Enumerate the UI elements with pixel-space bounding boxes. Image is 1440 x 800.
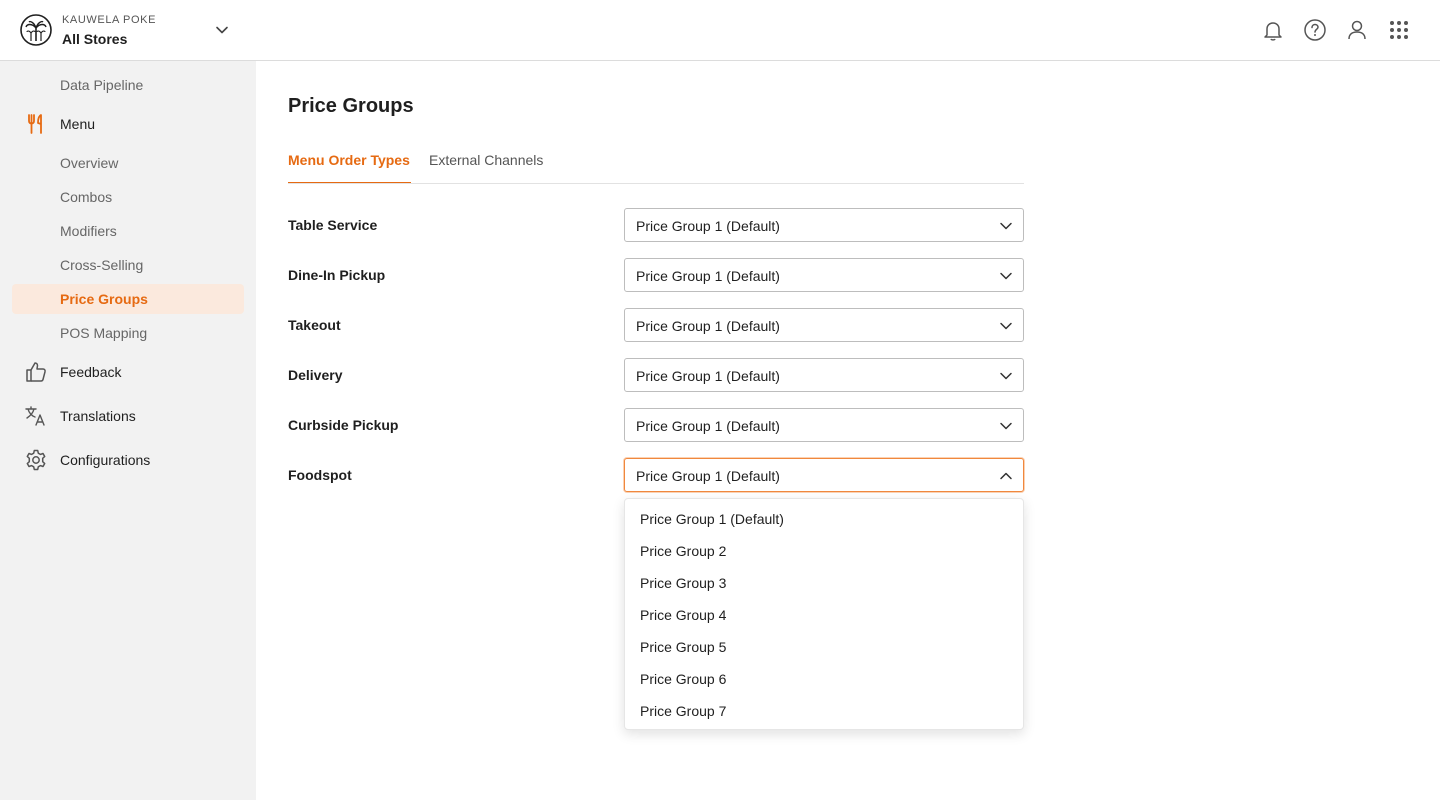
sidebar-item-cross-selling[interactable]: Cross-Selling [60, 257, 143, 273]
option-label: Price Group 3 [640, 575, 727, 591]
top-bar: KAUWELA POKE All Stores [0, 0, 1440, 61]
sidebar-item-overview[interactable]: Overview [60, 155, 118, 171]
chevron-down-icon[interactable] [212, 20, 232, 40]
tab-external-channels[interactable]: External Channels [429, 152, 543, 168]
dropdown-option[interactable]: Price Group 4 [625, 599, 1023, 631]
sidebar-item-feedback[interactable]: Feedback [60, 364, 121, 380]
table-service-select[interactable]: Price Group 1 (Default) [624, 208, 1024, 242]
tabs-divider [288, 183, 1024, 184]
option-label: Price Group 1 (Default) [640, 511, 784, 527]
foodspot-select[interactable]: Price Group 1 (Default) [624, 458, 1024, 492]
takeout-select[interactable]: Price Group 1 (Default) [624, 308, 1024, 342]
thumbs-up-icon [26, 362, 46, 382]
delivery-select[interactable]: Price Group 1 (Default) [624, 358, 1024, 392]
row-label-takeout: Takeout [288, 317, 341, 333]
select-value: Price Group 1 (Default) [636, 368, 780, 384]
store-selector-label[interactable]: All Stores [62, 31, 127, 47]
row-label-dine-in-pickup: Dine-In Pickup [288, 267, 386, 283]
page-title: Price Groups [288, 95, 414, 117]
dropdown-option[interactable]: Price Group 5 [625, 631, 1023, 663]
row-label-table-service: Table Service [288, 217, 378, 233]
fork-knife-icon [28, 114, 42, 134]
select-value: Price Group 1 (Default) [636, 218, 780, 234]
row-label-foodspot: Foodspot [288, 467, 352, 483]
dine-in-pickup-select[interactable]: Price Group 1 (Default) [624, 258, 1024, 292]
bell-icon[interactable] [1260, 17, 1286, 43]
translate-icon [25, 406, 45, 426]
sidebar-item-modifiers[interactable]: Modifiers [60, 223, 117, 239]
select-value: Price Group 1 (Default) [636, 468, 780, 484]
chevron-down-icon [1000, 322, 1012, 330]
palm-tree-logo-icon [20, 14, 52, 46]
sidebar-item-configurations[interactable]: Configurations [60, 452, 150, 468]
option-label: Price Group 5 [640, 639, 727, 655]
sidebar: Data Pipeline Menu Overview Combos Modif… [0, 61, 256, 800]
sidebar-item-pos-mapping[interactable]: POS Mapping [60, 325, 147, 341]
select-value: Price Group 1 (Default) [636, 318, 780, 334]
select-value: Price Group 1 (Default) [636, 418, 780, 434]
chevron-up-icon [1000, 472, 1012, 480]
chevron-down-icon [1000, 422, 1012, 430]
dropdown-option[interactable]: Price Group 3 [625, 567, 1023, 599]
row-label-delivery: Delivery [288, 367, 343, 383]
tab-menu-order-types[interactable]: Menu Order Types [288, 152, 411, 184]
dropdown-option[interactable]: Price Group 2 [625, 535, 1023, 567]
user-icon[interactable] [1344, 17, 1370, 43]
chevron-down-icon [1000, 372, 1012, 380]
price-group-dropdown: Price Group 1 (Default) Price Group 2 Pr… [624, 498, 1024, 730]
select-value: Price Group 1 (Default) [636, 268, 780, 284]
chevron-down-icon [1000, 222, 1012, 230]
sidebar-item-combos[interactable]: Combos [60, 189, 112, 205]
option-label: Price Group 6 [640, 671, 727, 687]
apps-grid-icon[interactable] [1386, 17, 1412, 43]
curbside-pickup-select[interactable]: Price Group 1 (Default) [624, 408, 1024, 442]
brand-name: KAUWELA POKE [62, 14, 157, 26]
chevron-down-icon [1000, 272, 1012, 280]
gear-icon [26, 449, 46, 471]
help-icon[interactable] [1302, 17, 1328, 43]
row-label-curbside-pickup: Curbside Pickup [288, 417, 399, 433]
dropdown-option[interactable]: Price Group 6 [625, 663, 1023, 695]
option-label: Price Group 2 [640, 543, 727, 559]
sidebar-item-data-pipeline[interactable]: Data Pipeline [60, 77, 143, 93]
option-label: Price Group 4 [640, 607, 727, 623]
sidebar-item-menu[interactable]: Menu [60, 116, 95, 132]
dropdown-option[interactable]: Price Group 1 (Default) [625, 503, 1023, 535]
dropdown-option[interactable]: Price Group 7 [625, 695, 1023, 727]
option-label: Price Group 7 [640, 703, 727, 719]
sidebar-item-translations[interactable]: Translations [60, 408, 136, 424]
sidebar-item-price-groups[interactable]: Price Groups [60, 291, 148, 307]
